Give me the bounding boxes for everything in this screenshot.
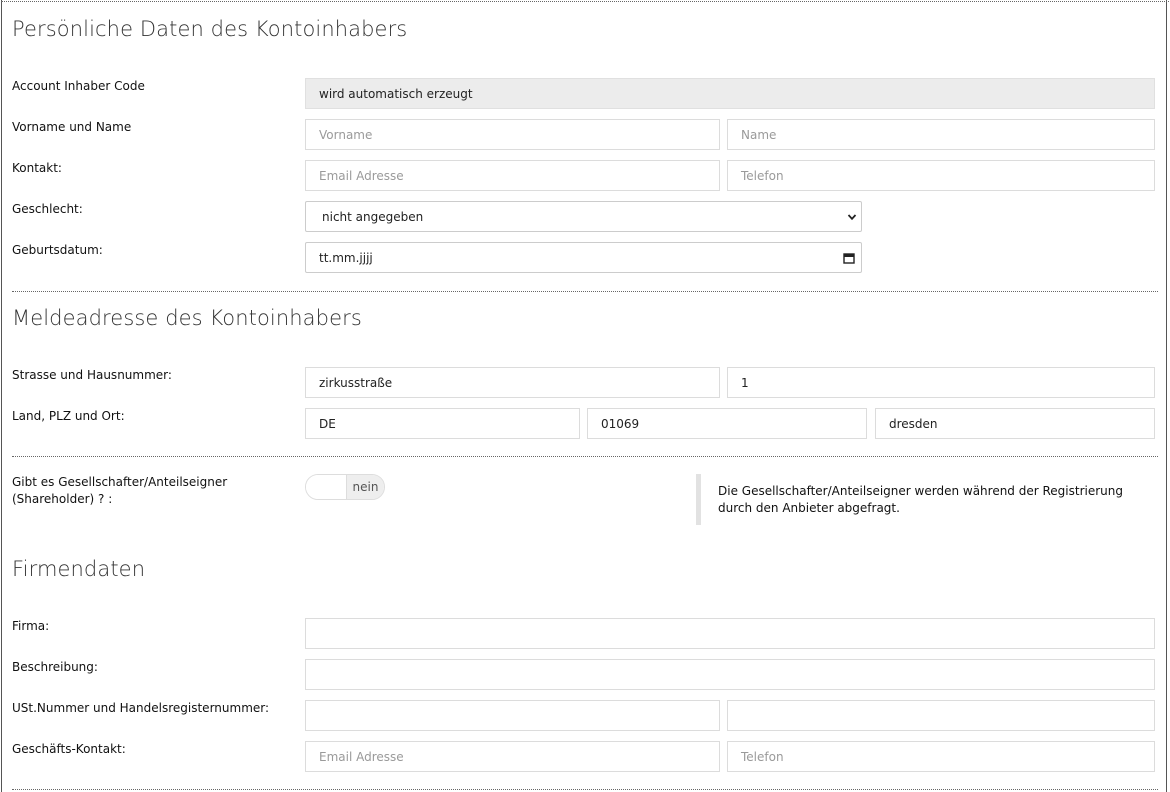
calendar-icon[interactable] (843, 252, 855, 264)
lastname-input[interactable]: Name (727, 119, 1155, 150)
business-email-input[interactable]: Email Adresse (305, 741, 720, 772)
shareholder-toggle[interactable]: nein (305, 474, 385, 500)
account-code-label: Account Inhaber Code (12, 79, 145, 93)
description-label: Beschreibung: (12, 660, 98, 674)
section-title-address: Meldeadresse des Kontoinhabers (12, 306, 362, 330)
contact-label: Kontakt: (12, 161, 62, 175)
divider (12, 456, 1158, 457)
birthdate-placeholder: tt.mm.jjjj (319, 250, 373, 265)
description-input[interactable] (305, 659, 1155, 690)
birthdate-input[interactable]: tt.mm.jjjj (305, 242, 862, 273)
birthdate-label: Geburtsdatum: (12, 243, 103, 257)
business-contact-label: Geschäfts-Kontakt: (12, 742, 126, 756)
account-code-field: wird automatisch erzeugt (305, 78, 1155, 109)
country-input[interactable]: DE (305, 408, 580, 439)
divider (12, 291, 1158, 292)
street-label: Strasse und Hausnummer: (12, 368, 172, 382)
toggle-knob (306, 475, 346, 499)
divider (12, 789, 1158, 790)
shareholder-label: Gibt es Gesellschafter/Anteilseigner (Sh… (12, 475, 228, 506)
shareholder-note: Die Gesellschafter/Anteilseigner werden … (696, 474, 1146, 525)
house-number-input[interactable]: 1 (727, 367, 1155, 398)
gender-selected-value: nicht angegeben (322, 209, 424, 224)
city-input[interactable]: dresden (875, 408, 1155, 439)
vat-register-label: USt.Nummer und Handelsregisternummer: (12, 701, 270, 715)
section-title-personal: Persönliche Daten des Kontoinhabers (12, 17, 408, 41)
company-label: Firma: (12, 619, 50, 633)
top-divider (1, 1, 1169, 2)
street-input[interactable]: zirkusstraße (305, 367, 720, 398)
country-zip-city-label: Land, PLZ und Ort: (12, 409, 125, 423)
firstname-input[interactable]: Vorname (305, 119, 720, 150)
gender-label: Geschlecht: (12, 202, 83, 216)
business-phone-input[interactable]: Telefon (727, 741, 1155, 772)
email-input[interactable]: Email Adresse (305, 160, 720, 191)
gender-select[interactable]: nicht angegeben (305, 201, 862, 232)
chevron-down-icon (847, 213, 857, 220)
phone-input[interactable]: Telefon (727, 160, 1155, 191)
vat-input[interactable] (305, 700, 720, 731)
company-input[interactable] (305, 618, 1155, 649)
section-title-company: Firmendaten (12, 557, 146, 581)
name-label: Vorname und Name (12, 120, 132, 134)
zip-input[interactable]: 01069 (587, 408, 867, 439)
toggle-state-label: nein (346, 475, 384, 499)
register-number-input[interactable] (727, 700, 1155, 731)
